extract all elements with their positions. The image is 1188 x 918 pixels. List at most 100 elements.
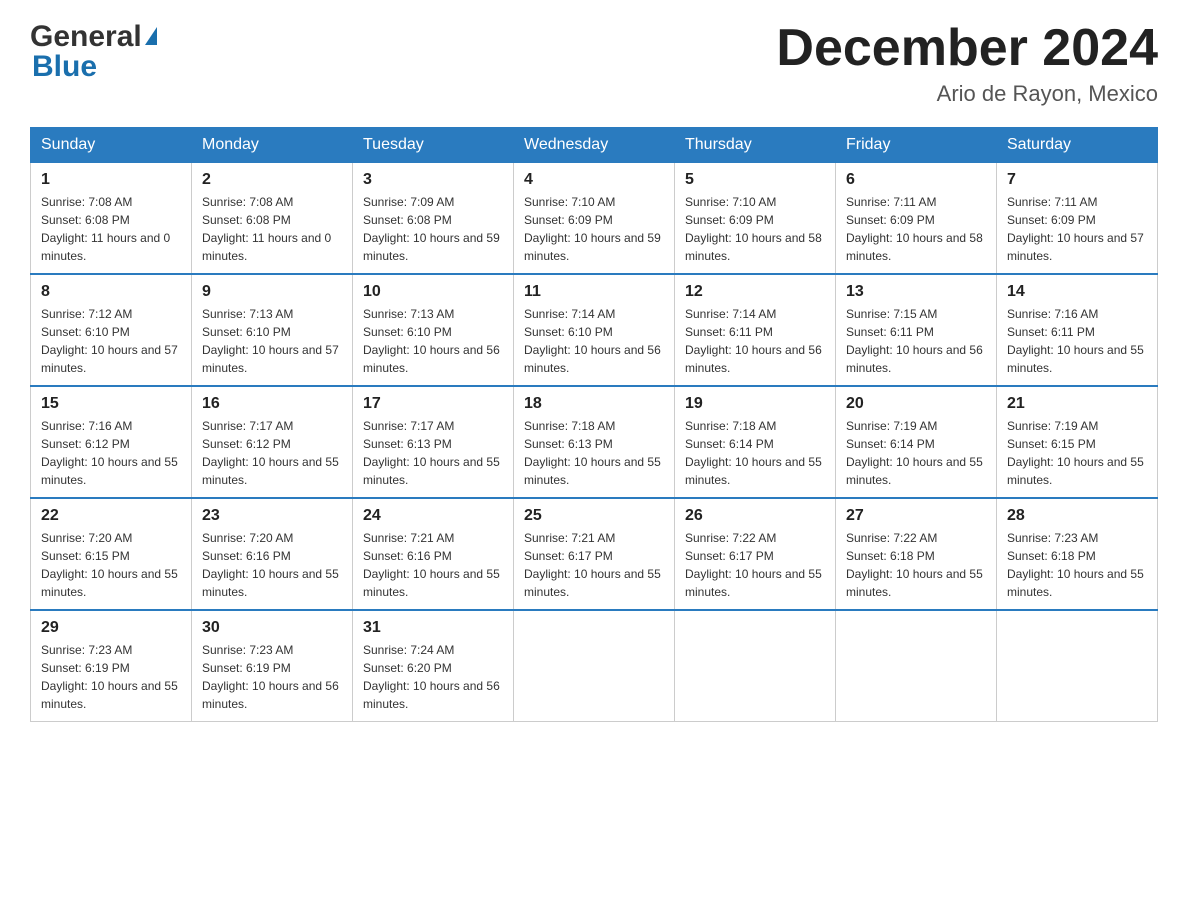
- day-info: Sunrise: 7:22 AMSunset: 6:18 PMDaylight:…: [846, 529, 986, 601]
- table-row: 13 Sunrise: 7:15 AMSunset: 6:11 PMDayligh…: [836, 274, 997, 386]
- table-row: 28 Sunrise: 7:23 AMSunset: 6:18 PMDayligh…: [997, 498, 1158, 610]
- table-row: [997, 610, 1158, 722]
- day-number: 11: [524, 283, 664, 301]
- day-number: 23: [202, 507, 342, 525]
- day-number: 4: [524, 171, 664, 189]
- day-number: 17: [363, 395, 503, 413]
- day-number: 25: [524, 507, 664, 525]
- logo: General Blue: [30, 20, 157, 84]
- table-row: 9 Sunrise: 7:13 AMSunset: 6:10 PMDaylight…: [192, 274, 353, 386]
- table-row: 4Sunrise: 7:10 AMSunset: 6:09 PMDaylight…: [514, 163, 675, 275]
- table-row: 31 Sunrise: 7:24 AMSunset: 6:20 PMDayligh…: [353, 610, 514, 722]
- day-info: Sunrise: 7:10 AMSunset: 6:09 PMDaylight:…: [685, 193, 825, 265]
- table-row: 5Sunrise: 7:10 AMSunset: 6:09 PMDaylight…: [675, 163, 836, 275]
- table-row: 8 Sunrise: 7:12 AMSunset: 6:10 PMDaylight…: [31, 274, 192, 386]
- day-info: Sunrise: 7:22 AMSunset: 6:17 PMDaylight:…: [685, 529, 825, 601]
- logo-blue-text: Blue: [30, 50, 157, 84]
- table-row: 18Sunrise: 7:18 AMSunset: 6:13 PMDayligh…: [514, 386, 675, 498]
- table-row: 22 Sunrise: 7:20 AMSunset: 6:15 PMDayligh…: [31, 498, 192, 610]
- table-row: [836, 610, 997, 722]
- day-info: Sunrise: 7:21 AMSunset: 6:17 PMDaylight:…: [524, 529, 664, 601]
- table-row: 20 Sunrise: 7:19 AMSunset: 6:14 PMDayligh…: [836, 386, 997, 498]
- col-header-sunday: Sunday: [31, 128, 192, 163]
- calendar-header-row: SundayMondayTuesdayWednesdayThursdayFrid…: [31, 128, 1158, 163]
- day-number: 22: [41, 507, 181, 525]
- col-header-wednesday: Wednesday: [514, 128, 675, 163]
- table-row: 30Sunrise: 7:23 AMSunset: 6:19 PMDayligh…: [192, 610, 353, 722]
- day-number: 29: [41, 619, 181, 637]
- day-info: Sunrise: 7:21 AMSunset: 6:16 PMDaylight:…: [363, 529, 503, 601]
- table-row: 3 Sunrise: 7:09 AMSunset: 6:08 PMDaylight…: [353, 163, 514, 275]
- col-header-friday: Friday: [836, 128, 997, 163]
- table-row: 12 Sunrise: 7:14 AMSunset: 6:11 PMDayligh…: [675, 274, 836, 386]
- day-number: 12: [685, 283, 825, 301]
- day-number: 9: [202, 283, 342, 301]
- day-number: 28: [1007, 507, 1147, 525]
- day-number: 7: [1007, 171, 1147, 189]
- day-info: Sunrise: 7:17 AMSunset: 6:13 PMDaylight:…: [363, 417, 503, 489]
- table-row: 2Sunrise: 7:08 AMSunset: 6:08 PMDaylight…: [192, 163, 353, 275]
- day-number: 31: [363, 619, 503, 637]
- table-row: 7 Sunrise: 7:11 AMSunset: 6:09 PMDaylight…: [997, 163, 1158, 275]
- day-info: Sunrise: 7:18 AMSunset: 6:14 PMDaylight:…: [685, 417, 825, 489]
- col-header-monday: Monday: [192, 128, 353, 163]
- day-info: Sunrise: 7:20 AMSunset: 6:16 PMDaylight:…: [202, 529, 342, 601]
- table-row: 21Sunrise: 7:19 AMSunset: 6:15 PMDayligh…: [997, 386, 1158, 498]
- col-header-saturday: Saturday: [997, 128, 1158, 163]
- day-info: Sunrise: 7:20 AMSunset: 6:15 PMDaylight:…: [41, 529, 181, 601]
- day-number: 13: [846, 283, 986, 301]
- table-row: 11 Sunrise: 7:14 AMSunset: 6:10 PMDayligh…: [514, 274, 675, 386]
- day-info: Sunrise: 7:23 AMSunset: 6:18 PMDaylight:…: [1007, 529, 1147, 601]
- day-info: Sunrise: 7:24 AMSunset: 6:20 PMDaylight:…: [363, 641, 503, 713]
- table-row: 29 Sunrise: 7:23 AMSunset: 6:19 PMDayligh…: [31, 610, 192, 722]
- day-number: 16: [202, 395, 342, 413]
- table-row: 25 Sunrise: 7:21 AMSunset: 6:17 PMDayligh…: [514, 498, 675, 610]
- calendar-week-row: 22 Sunrise: 7:20 AMSunset: 6:15 PMDayligh…: [31, 498, 1158, 610]
- calendar-week-row: 8 Sunrise: 7:12 AMSunset: 6:10 PMDaylight…: [31, 274, 1158, 386]
- day-info: Sunrise: 7:19 AMSunset: 6:15 PMDaylight:…: [1007, 417, 1147, 489]
- day-info: Sunrise: 7:08 AMSunset: 6:08 PMDaylight:…: [41, 193, 181, 265]
- day-number: 8: [41, 283, 181, 301]
- day-number: 3: [363, 171, 503, 189]
- day-info: Sunrise: 7:12 AMSunset: 6:10 PMDaylight:…: [41, 305, 181, 377]
- col-header-thursday: Thursday: [675, 128, 836, 163]
- day-info: Sunrise: 7:19 AMSunset: 6:14 PMDaylight:…: [846, 417, 986, 489]
- day-info: Sunrise: 7:11 AMSunset: 6:09 PMDaylight:…: [846, 193, 986, 265]
- day-number: 19: [685, 395, 825, 413]
- table-row: 6 Sunrise: 7:11 AMSunset: 6:09 PMDaylight…: [836, 163, 997, 275]
- calendar-week-row: 15Sunrise: 7:16 AMSunset: 6:12 PMDayligh…: [31, 386, 1158, 498]
- day-info: Sunrise: 7:13 AMSunset: 6:10 PMDaylight:…: [202, 305, 342, 377]
- page-header: General Blue December 2024 Ario de Rayon…: [30, 20, 1158, 107]
- table-row: 26Sunrise: 7:22 AMSunset: 6:17 PMDayligh…: [675, 498, 836, 610]
- day-number: 1: [41, 171, 181, 189]
- day-info: Sunrise: 7:16 AMSunset: 6:12 PMDaylight:…: [41, 417, 181, 489]
- logo-triangle-icon: [145, 27, 157, 45]
- day-info: Sunrise: 7:16 AMSunset: 6:11 PMDaylight:…: [1007, 305, 1147, 377]
- day-info: Sunrise: 7:08 AMSunset: 6:08 PMDaylight:…: [202, 193, 342, 265]
- location-subtitle: Ario de Rayon, Mexico: [776, 81, 1158, 107]
- table-row: 14 Sunrise: 7:16 AMSunset: 6:11 PMDayligh…: [997, 274, 1158, 386]
- day-number: 14: [1007, 283, 1147, 301]
- day-info: Sunrise: 7:11 AMSunset: 6:09 PMDaylight:…: [1007, 193, 1147, 265]
- day-info: Sunrise: 7:15 AMSunset: 6:11 PMDaylight:…: [846, 305, 986, 377]
- table-row: 15Sunrise: 7:16 AMSunset: 6:12 PMDayligh…: [31, 386, 192, 498]
- calendar-table: SundayMondayTuesdayWednesdayThursdayFrid…: [30, 127, 1158, 722]
- day-info: Sunrise: 7:18 AMSunset: 6:13 PMDaylight:…: [524, 417, 664, 489]
- table-row: 1 Sunrise: 7:08 AMSunset: 6:08 PMDaylight…: [31, 163, 192, 275]
- table-row: 23 Sunrise: 7:20 AMSunset: 6:16 PMDayligh…: [192, 498, 353, 610]
- day-number: 20: [846, 395, 986, 413]
- day-info: Sunrise: 7:14 AMSunset: 6:11 PMDaylight:…: [685, 305, 825, 377]
- day-number: 6: [846, 171, 986, 189]
- day-number: 30: [202, 619, 342, 637]
- table-row: 27Sunrise: 7:22 AMSunset: 6:18 PMDayligh…: [836, 498, 997, 610]
- table-row: [675, 610, 836, 722]
- day-number: 10: [363, 283, 503, 301]
- logo-general-text: General: [30, 20, 142, 54]
- table-row: [514, 610, 675, 722]
- table-row: 24Sunrise: 7:21 AMSunset: 6:16 PMDayligh…: [353, 498, 514, 610]
- day-info: Sunrise: 7:23 AMSunset: 6:19 PMDaylight:…: [41, 641, 181, 713]
- day-info: Sunrise: 7:09 AMSunset: 6:08 PMDaylight:…: [363, 193, 503, 265]
- title-area: December 2024 Ario de Rayon, Mexico: [776, 20, 1158, 107]
- day-info: Sunrise: 7:14 AMSunset: 6:10 PMDaylight:…: [524, 305, 664, 377]
- month-year-title: December 2024: [776, 20, 1158, 77]
